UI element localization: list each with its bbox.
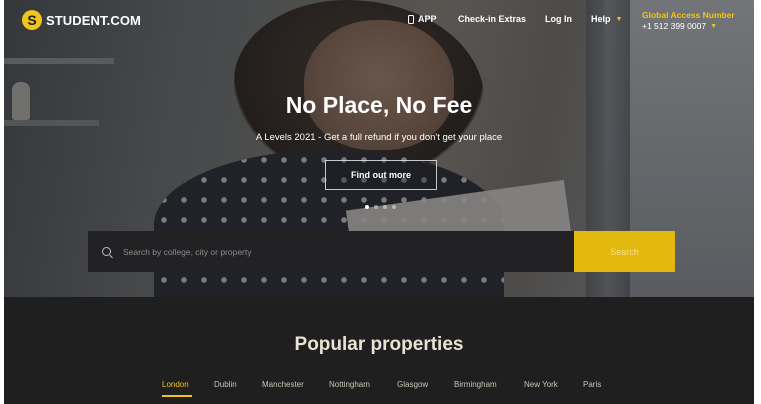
- search-input[interactable]: [123, 246, 563, 257]
- tab-new-york[interactable]: New York: [524, 380, 558, 389]
- carousel-dot[interactable]: [383, 205, 387, 209]
- tab-dublin[interactable]: Dublin: [214, 380, 237, 389]
- tab-paris[interactable]: Paris: [583, 380, 601, 389]
- search-icon: [102, 247, 111, 256]
- phone-icon: [408, 14, 414, 24]
- nav-login-link[interactable]: Log In: [545, 14, 572, 24]
- carousel-dot[interactable]: [374, 205, 378, 209]
- global-phone-number: +1 512 399 0007: [642, 21, 707, 31]
- site-logo[interactable]: S STUDENT.COM: [22, 10, 141, 30]
- search-bar: [88, 231, 575, 272]
- nav-app-link[interactable]: APP: [408, 14, 437, 24]
- page: S STUDENT.COM APP Check-in Extras Log In…: [4, 0, 754, 404]
- nav-app-label: APP: [418, 14, 437, 24]
- tab-birmingham[interactable]: Birmingham: [454, 380, 497, 389]
- nav-help-label: Help: [591, 14, 611, 24]
- logo-text: STUDENT.COM: [46, 12, 141, 28]
- global-access-label: Global Access Number: [642, 10, 735, 20]
- tab-glasgow[interactable]: Glasgow: [397, 380, 428, 389]
- tab-london[interactable]: London: [162, 380, 189, 389]
- search-button[interactable]: Search: [574, 231, 675, 272]
- active-tab-indicator: [162, 395, 192, 397]
- find-out-more-button[interactable]: Find out more: [325, 160, 437, 190]
- nav-checkin-extras-link[interactable]: Check-in Extras: [458, 14, 526, 24]
- carousel-dot[interactable]: [365, 205, 369, 209]
- hero-title: No Place, No Fee: [285, 92, 473, 118]
- logo-icon: S: [22, 10, 42, 30]
- nav-help-dropdown[interactable]: Help ▼: [591, 14, 622, 24]
- global-access-number[interactable]: Global Access Number +1 512 399 0007 ▼: [642, 10, 735, 32]
- tab-manchester[interactable]: Manchester: [262, 380, 304, 389]
- carousel-dots: [365, 205, 396, 209]
- chevron-down-icon: ▼: [615, 15, 623, 23]
- chevron-down-icon: ▼: [710, 23, 717, 30]
- carousel-dot[interactable]: [392, 205, 396, 209]
- global-access-phone: +1 512 399 0007 ▼: [642, 21, 735, 32]
- popular-properties-title: Popular properties: [294, 334, 464, 355]
- hero-subtitle: A Levels 2021 - Get a full refund if you…: [255, 132, 503, 143]
- tab-nottingham[interactable]: Nottingham: [329, 380, 370, 389]
